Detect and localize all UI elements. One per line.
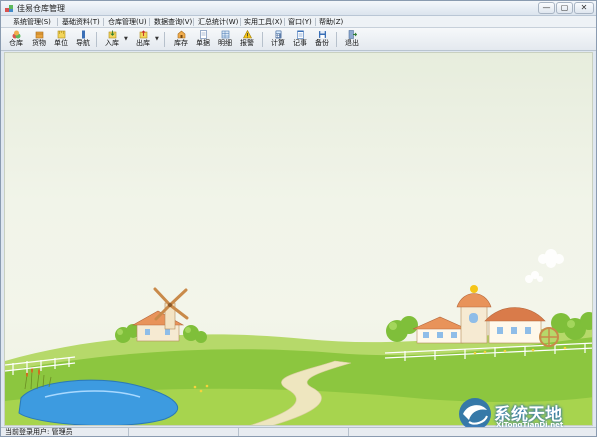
- warehouse-label: 仓库: [9, 39, 23, 47]
- maximize-button[interactable]: ▢: [556, 2, 573, 14]
- stock-in-label: 入库: [105, 39, 119, 47]
- notepad-label: 记事: [293, 39, 307, 47]
- menu-separator: [193, 18, 194, 26]
- menu-separator: [57, 18, 58, 26]
- menu-warehouse[interactable]: 仓库管理(U): [108, 17, 147, 27]
- details-button[interactable]: 明细: [216, 30, 234, 50]
- notepad-button[interactable]: 记事: [291, 30, 309, 50]
- toolbar-separator: [96, 32, 97, 47]
- menu-query[interactable]: 数据查询(V): [154, 17, 192, 27]
- menu-bar: 系统管理(S) 基础资料(T) 仓库管理(U) 数据查询(V) 汇总统计(W) …: [1, 16, 596, 28]
- menu-basic-data[interactable]: 基础资料(T): [62, 17, 100, 27]
- stock-in-icon: [108, 30, 116, 39]
- stock-in-button[interactable]: 入库: [103, 30, 121, 50]
- documents-icon: [199, 30, 207, 39]
- details-label: 明细: [218, 39, 232, 47]
- current-user-status: 当前登录用户: 管理员: [5, 428, 73, 436]
- goods-box-icon: [35, 31, 43, 39]
- inventory-label: 库存: [174, 39, 188, 47]
- backup-label: 备份: [315, 39, 329, 47]
- menu-system[interactable]: 系统管理(S): [13, 17, 51, 27]
- app-logo-icon: [5, 5, 13, 12]
- toolbar: 仓库 货物 单位 导航 入库 ▼ 出库 ▼ 库存 单据 明细 报警 计算 记事 …: [1, 28, 596, 51]
- exit-door-icon: [348, 30, 357, 39]
- stock-in-dropdown-arrow-icon[interactable]: ▼: [124, 36, 128, 42]
- toolbar-separator: [336, 32, 337, 47]
- menu-statistics[interactable]: 汇总统计(W): [198, 17, 238, 27]
- alarm-label: 报警: [240, 39, 254, 47]
- exit-label: 退出: [345, 39, 359, 47]
- toolbar-separator: [262, 32, 263, 47]
- details-grid-icon: [221, 30, 229, 39]
- warning-icon: [242, 30, 252, 39]
- title-bar[interactable]: 佳易仓库管理 — ▢ ✕: [1, 1, 596, 16]
- menu-separator: [315, 18, 316, 26]
- menu-separator: [103, 18, 104, 26]
- stock-out-dropdown-arrow-icon[interactable]: ▼: [155, 36, 159, 42]
- menu-tools[interactable]: 实用工具(X): [244, 17, 282, 27]
- status-cell-empty: [239, 428, 349, 436]
- menu-separator: [284, 18, 285, 26]
- calculator-button[interactable]: 计算: [269, 30, 287, 50]
- stock-out-label: 出库: [136, 39, 150, 47]
- goods-label: 货物: [32, 39, 46, 47]
- unit-ruler-icon: [57, 30, 65, 39]
- toolbar-separator: [164, 32, 165, 47]
- app-window: 佳易仓库管理 — ▢ ✕ 系统管理(S) 基础资料(T) 仓库管理(U) 数据查…: [0, 0, 597, 437]
- windmill-house: [131, 287, 189, 342]
- guide-button[interactable]: 导航: [74, 30, 92, 50]
- smoke-puffs: [525, 249, 564, 283]
- menu-separator: [240, 18, 241, 26]
- calculator-label: 计算: [271, 39, 285, 47]
- alarm-button[interactable]: 报警: [238, 30, 256, 50]
- village-houses: [412, 285, 559, 347]
- stock-out-button[interactable]: 出库: [134, 30, 152, 50]
- warehouse-button[interactable]: 仓库: [7, 30, 25, 50]
- status-cell-empty: [129, 428, 239, 436]
- status-bar: 当前登录用户: 管理员: [1, 427, 596, 436]
- exit-button[interactable]: 退出: [343, 30, 361, 50]
- unit-label: 单位: [54, 39, 68, 47]
- backup-disk-icon: [318, 31, 326, 38]
- menu-window[interactable]: 窗口(Y): [288, 17, 312, 27]
- warehouse-icon: [12, 30, 20, 39]
- documents-label: 单据: [196, 39, 210, 47]
- inventory-button[interactable]: 库存: [172, 30, 190, 50]
- goods-button[interactable]: 货物: [30, 30, 48, 50]
- status-cell-user: 当前登录用户: 管理员: [1, 428, 129, 436]
- backup-button[interactable]: 备份: [313, 30, 331, 50]
- menu-separator: [149, 18, 150, 26]
- inventory-icon: [177, 30, 185, 39]
- landscape-background-illustration: [5, 249, 592, 425]
- guide-icon: [81, 30, 85, 39]
- unit-button[interactable]: 单位: [52, 30, 70, 50]
- minimize-button[interactable]: —: [538, 2, 555, 14]
- workspace-area: [4, 52, 593, 426]
- stock-out-icon: [139, 30, 147, 39]
- close-button[interactable]: ✕: [574, 2, 594, 14]
- guide-label: 导航: [76, 39, 90, 47]
- documents-button[interactable]: 单据: [194, 30, 212, 50]
- menu-help[interactable]: 帮助(Z): [319, 17, 343, 27]
- calculator-icon: [275, 30, 281, 39]
- notepad-icon: [296, 30, 304, 39]
- window-title: 佳易仓库管理: [17, 4, 65, 13]
